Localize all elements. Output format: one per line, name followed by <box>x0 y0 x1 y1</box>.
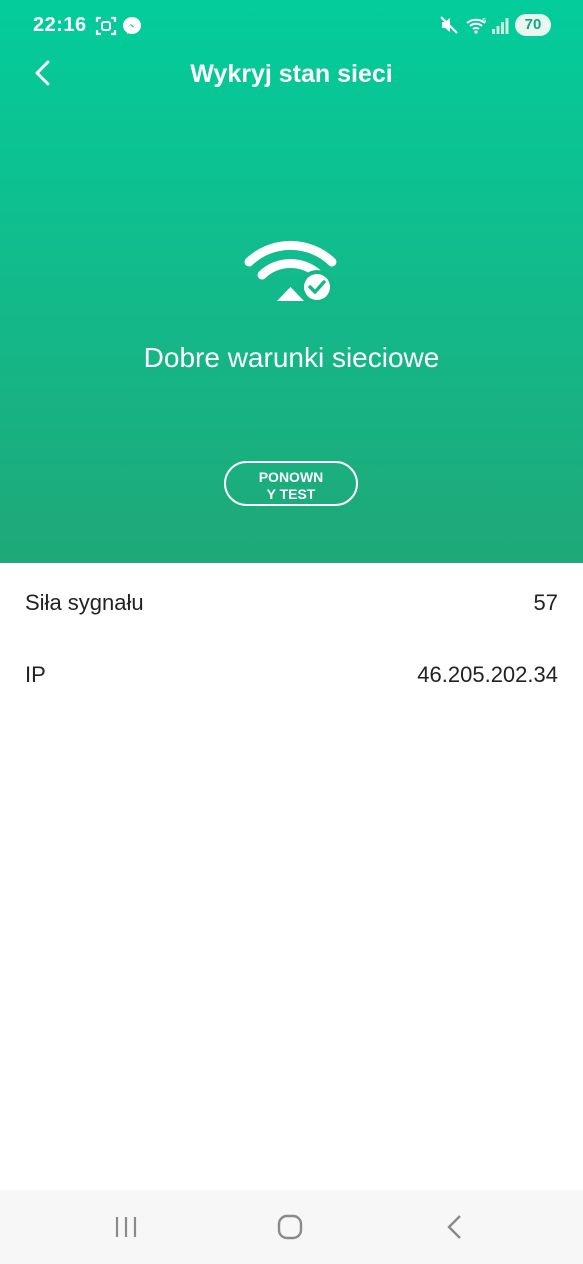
signal-value: 57 <box>533 590 558 615</box>
page-title: Wykryj stan sieci <box>190 60 393 88</box>
signal-label: Siła sygnału <box>25 590 144 615</box>
nav-back-button[interactable] <box>434 1212 474 1242</box>
info-row-signal: Siła sygnału 57 <box>0 582 583 622</box>
wifi-check-icon <box>244 240 339 308</box>
mute-icon <box>439 15 459 40</box>
ip-label: IP <box>25 662 46 687</box>
wifi-icon: 5 <box>465 15 489 40</box>
svg-text:5: 5 <box>482 17 486 25</box>
recent-apps-button[interactable] <box>106 1212 146 1242</box>
battery-indicator: 70 <box>515 14 551 36</box>
retest-button[interactable]: PONOWNY TEST <box>224 461 358 506</box>
recent-apps-icon <box>115 1217 137 1237</box>
network-status-text: Dobre warunki sieciowe <box>143 342 440 373</box>
screenshot-icon <box>95 15 117 42</box>
hero-panel: 22:16 5 70 Wykryj stan sieci Dobre warun… <box>0 0 583 563</box>
system-nav-bar <box>0 1190 583 1264</box>
signal-icon <box>491 15 509 40</box>
messenger-icon <box>121 15 143 42</box>
home-icon <box>277 1214 303 1240</box>
back-icon <box>447 1215 461 1239</box>
ip-value: 46.205.202.34 <box>417 662 558 687</box>
info-row-ip: IP 46.205.202.34 <box>0 654 583 694</box>
status-bar: 22:16 5 70 <box>0 0 583 50</box>
home-button[interactable] <box>270 1212 310 1242</box>
status-time: 22:16 <box>33 14 87 36</box>
